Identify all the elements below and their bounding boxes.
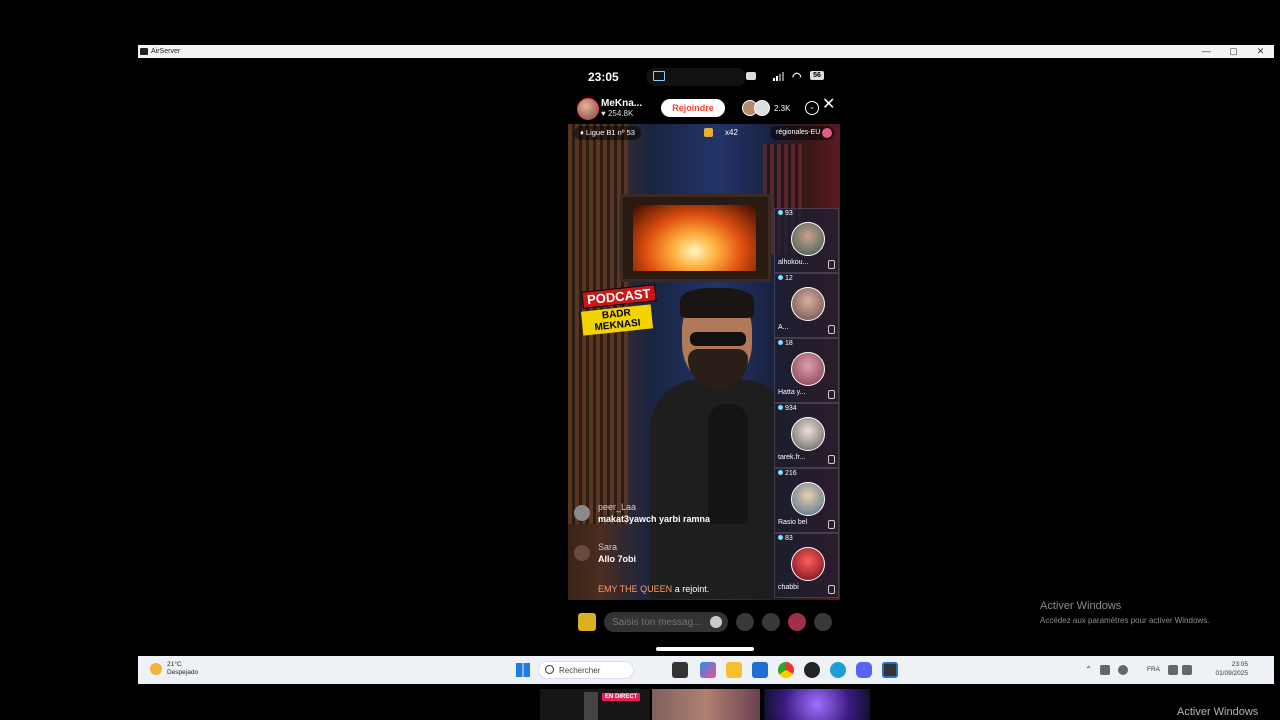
quick-gift-icon[interactable] — [578, 613, 596, 631]
mic-tray-icon[interactable] — [1118, 665, 1128, 675]
microphone — [708, 404, 748, 524]
share-icon[interactable] — [814, 613, 832, 631]
window-controls: — ▢ ✕ — [1193, 45, 1274, 58]
guest-avatar — [791, 352, 825, 386]
host-avatar[interactable] — [577, 98, 599, 120]
host-profile[interactable]: MeKna... ♥ 254.8K — [575, 96, 663, 120]
guest-avatar — [791, 417, 825, 451]
chat-avatar[interactable] — [574, 545, 590, 561]
guest-avatar — [791, 222, 825, 256]
chrome-icon[interactable] — [778, 662, 794, 678]
live-badge: EN DIRECT — [602, 693, 641, 701]
file-explorer-icon[interactable] — [726, 662, 742, 678]
mic-icon — [828, 520, 835, 529]
task-view-icon[interactable] — [672, 662, 688, 678]
signal-icon — [773, 72, 784, 81]
mic-icon — [828, 325, 835, 334]
fireplace-screen — [620, 194, 771, 282]
podcast-subtitle: BADR MEKNASI — [580, 304, 654, 336]
guest-tile[interactable]: 83 chabbi — [774, 533, 839, 598]
taskbar-search[interactable]: Rechercher — [538, 661, 634, 679]
airserver-taskbar-icon[interactable] — [882, 662, 898, 678]
window-title: AirServer — [151, 48, 181, 55]
battery-icon: 56 — [810, 71, 824, 80]
host-name: MeKna... — [601, 98, 643, 109]
windows-start-icon[interactable] — [516, 663, 530, 677]
mic-icon — [828, 455, 835, 464]
tiktok-icon[interactable] — [804, 662, 820, 678]
guest-tile[interactable]: 12 A... — [774, 273, 839, 338]
airserver-titlebar: AirServer — ▢ ✕ — [138, 45, 1274, 58]
id-card-icon — [746, 72, 756, 80]
search-icon — [545, 665, 554, 674]
region-badge[interactable]: régionales-EU — [770, 126, 835, 140]
language-indicator[interactable]: FRA — [1147, 666, 1160, 673]
joined-user[interactable]: EMY THE QUEEN — [598, 584, 672, 594]
join-text: a rejoint. — [674, 584, 710, 594]
close-window-button[interactable]: ✕ — [1247, 45, 1274, 58]
stream-thumbnail[interactable]: EN DIRECT — [540, 689, 650, 720]
phone-thumbnail — [584, 692, 598, 720]
home-indicator[interactable] — [656, 647, 754, 651]
status-time: 23:05 — [588, 70, 619, 84]
guest-avatar — [791, 287, 825, 321]
guests-icon[interactable] — [736, 613, 754, 631]
gift-icon — [704, 128, 713, 138]
viewer-avatar — [754, 100, 770, 116]
airserver-app-icon — [140, 48, 148, 55]
screen-mirroring-icon — [653, 71, 665, 81]
activate-windows-watermark: Activer Windows — [1177, 706, 1259, 718]
chevron-down-icon[interactable]: ⌄ — [805, 101, 819, 115]
host-likes: ♥ 254.8K — [601, 109, 634, 118]
store-icon[interactable] — [752, 662, 768, 678]
effects-icon[interactable] — [762, 613, 780, 631]
live-action-bar — [568, 610, 840, 634]
taskbar-clock[interactable]: 23:05 01/09/2025 — [1215, 660, 1248, 678]
discord-icon[interactable] — [856, 662, 872, 678]
wifi-icon: ◠ — [792, 71, 802, 83]
viewer-list[interactable]: 2.3K — [742, 100, 791, 116]
phone-mirror: 23:05 ◠ 56 PODCAST BADR MEKNASI MeKna...… — [568, 64, 840, 654]
join-notification: EMY THE QUEEN a rejoint. — [598, 584, 709, 594]
guest-avatar — [791, 547, 825, 581]
podcast-overlay: PODCAST BADR MEKNASI — [580, 284, 657, 336]
guest-tile[interactable]: 93 alhokou... — [774, 208, 839, 273]
windows-taskbar: 21°C Despejado Rechercher ⌃ FRA 23:05 01… — [138, 656, 1274, 684]
volume-icon[interactable] — [1182, 665, 1192, 675]
edge-icon[interactable] — [830, 662, 846, 678]
join-button[interactable]: Rejoindre — [661, 99, 725, 117]
stream-thumbnail[interactable] — [764, 689, 870, 720]
gift-box-icon[interactable] — [788, 613, 806, 631]
guest-tile[interactable]: 216 Rasio bel — [774, 468, 839, 533]
phone-status-bar: 23:05 ◠ 56 — [568, 64, 840, 90]
mic-icon — [828, 390, 835, 399]
close-icon[interactable]: ✕ — [822, 97, 835, 113]
activate-windows-notice: Activer Windows Accédez aux paramètres p… — [1040, 600, 1210, 625]
league-badge[interactable]: ♦ Ligue B1 nº 53 — [574, 126, 641, 140]
emoji-icon[interactable] — [710, 616, 722, 628]
mic-icon — [828, 585, 835, 594]
copilot-icon[interactable] — [700, 662, 716, 678]
display-icon[interactable] — [1168, 665, 1178, 675]
guest-tile[interactable]: 934 tarek.fr... — [774, 403, 839, 468]
region-flag-icon — [822, 128, 833, 138]
moon-icon — [150, 663, 162, 675]
gift-counter: x42 — [704, 126, 738, 140]
network-icon[interactable] — [1100, 665, 1110, 675]
guest-column: 93 alhokou... 12 A... 18 Hatta y... 934 … — [774, 208, 839, 598]
mic-icon — [828, 260, 835, 269]
guest-tile[interactable]: 18 Hatta y... — [774, 338, 839, 403]
minimize-button[interactable]: — — [1193, 45, 1220, 58]
stream-thumbnail[interactable] — [652, 689, 760, 720]
viewer-count: 2.3K — [774, 103, 791, 113]
chat-avatar[interactable] — [574, 505, 590, 521]
maximize-button[interactable]: ▢ — [1220, 45, 1247, 58]
tray-overflow-icon[interactable]: ⌃ — [1085, 665, 1092, 674]
guest-avatar — [791, 482, 825, 516]
